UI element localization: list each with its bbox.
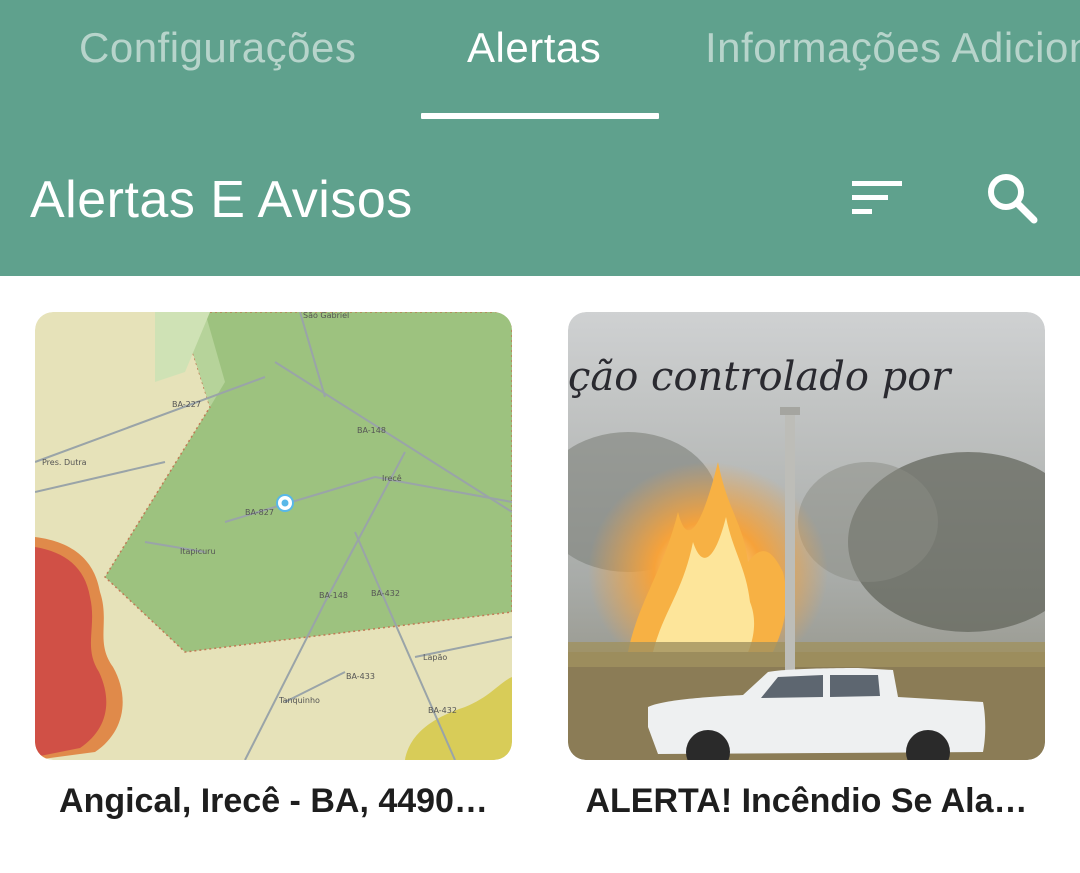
map-label: BA-148 [319,591,348,600]
sort-button[interactable] [837,158,917,238]
map-label: Itapicuru [180,547,216,556]
map-label: BA-827 [245,508,274,517]
map-label: Tanquinho [278,696,320,705]
map-label: BA-433 [346,672,375,681]
top-tab-bar: Configurações Alertas Informações Adicio… [0,0,1080,138]
fire-photo-thumbnail: ção controlado por [568,312,1045,760]
app-bar: Alertas E Avisos [0,138,1080,276]
alert-title: Angical, Irecê - BA, 4490… [59,782,488,820]
alert-title: ALERTA! Incêndio Se Ala… [585,782,1028,820]
map-label: BA-432 [371,589,400,598]
map-label: Lapão [423,653,447,662]
tab-informacoes-adicionais[interactable]: Informações Adicionais [705,24,1080,72]
map-label: São Gabriel [303,312,349,320]
search-button[interactable] [972,158,1052,238]
map-label: BA-227 [172,400,201,409]
photo-handwritten-caption: ção controlado por [568,354,953,400]
alert-card[interactable]: São Gabriel BA-227 Pres. Dutra BA-148 BA… [35,312,512,820]
map-thumbnail: São Gabriel BA-227 Pres. Dutra BA-148 BA… [35,312,512,760]
search-icon [988,174,1038,224]
page-title: Alertas E Avisos [30,171,413,229]
tab-alertas[interactable]: Alertas [467,24,601,72]
alert-card[interactable]: ção controlado por ALERTA! Incêndio Se A… [568,312,1045,820]
active-tab-indicator [421,113,659,119]
map-label: Pres. Dutra [42,458,87,467]
map-label: Irecê [382,473,402,483]
map-label: BA-148 [357,426,386,435]
sort-icon [852,181,902,214]
tab-configuracoes[interactable]: Configurações [79,24,356,72]
map-label: BA-432 [428,706,457,715]
